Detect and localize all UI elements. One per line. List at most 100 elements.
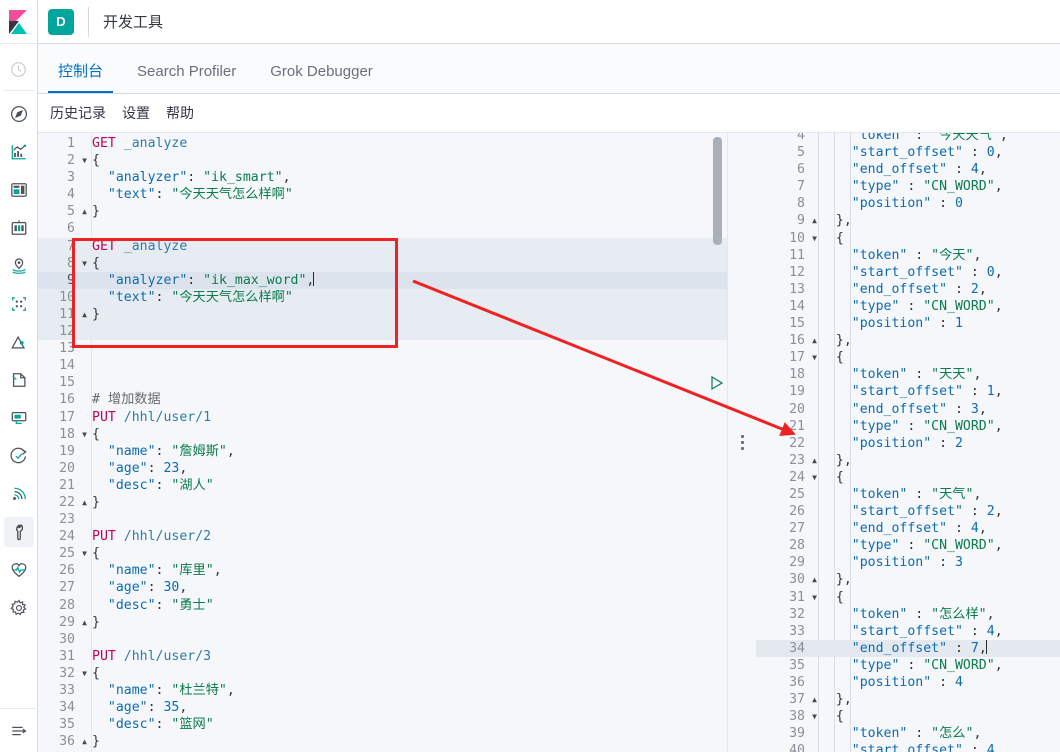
code-line[interactable]: 18 "token" : "天天", xyxy=(756,366,1060,383)
visualize-icon[interactable] xyxy=(4,137,34,167)
fold-up-icon[interactable]: ▲ xyxy=(808,571,817,588)
code-line[interactable]: 38 ▼ { xyxy=(756,708,1060,725)
code-line[interactable]: 26 "start_offset" : 2, xyxy=(756,503,1060,520)
code-line[interactable]: 10 "text": "今天天气怎么样啊" xyxy=(38,288,727,306)
fold-down-icon[interactable]: ▼ xyxy=(78,665,87,682)
fold-up-icon[interactable]: ▲ xyxy=(808,691,817,708)
apm-icon[interactable] xyxy=(4,403,34,433)
code-line[interactable]: 37 ▲ }, xyxy=(756,691,1060,708)
fold-down-icon[interactable]: ▼ xyxy=(808,589,817,606)
code-line[interactable]: 20 "end_offset" : 3, xyxy=(756,401,1060,418)
response-editor[interactable]: 4 "token" : "今天天气", 5 "start_offset" : 0,… xyxy=(756,133,1060,752)
code-line[interactable]: 33 "start_offset" : 4, xyxy=(756,623,1060,640)
fold-down-icon[interactable]: ▼ xyxy=(808,230,817,247)
uptime-icon[interactable] xyxy=(4,441,34,471)
code-line[interactable]: 4 "text": "今天天气怎么样啊" xyxy=(38,186,727,203)
code-line[interactable]: 35 "type" : "CN_WORD", xyxy=(756,657,1060,674)
kibana-logo[interactable] xyxy=(0,0,38,44)
code-line[interactable]: 4 "token" : "今天天气", xyxy=(756,133,1060,144)
code-line[interactable]: 34 "age": 35, xyxy=(38,699,727,716)
fold-up-icon[interactable]: ▲ xyxy=(78,614,87,631)
code-line[interactable]: 40 "start_offset" : 4, xyxy=(756,742,1060,752)
code-line[interactable]: 24 PUT /hhl/user/2 xyxy=(38,528,727,545)
dashboard-icon[interactable] xyxy=(4,175,34,205)
dev-tools-icon[interactable] xyxy=(3,517,34,547)
code-line[interactable]: 19 "name": "詹姆斯", xyxy=(38,443,727,460)
code-line[interactable]: 24 ▼ { xyxy=(756,469,1060,486)
code-line[interactable]: 33 "name": "杜兰特", xyxy=(38,682,727,699)
fold-up-icon[interactable]: ▲ xyxy=(78,306,87,323)
machine-learning-icon[interactable] xyxy=(4,289,34,319)
code-line[interactable]: 20 "age": 23, xyxy=(38,460,727,477)
code-line[interactable]: 28 "type" : "CN_WORD", xyxy=(756,537,1060,554)
fold-up-icon[interactable]: ▲ xyxy=(78,733,87,750)
code-line[interactable]: 31 ▼ { xyxy=(756,589,1060,606)
fold-down-icon[interactable]: ▼ xyxy=(78,545,87,562)
code-line[interactable]: 16 # 增加数据 xyxy=(38,391,727,408)
code-line[interactable]: 13 "end_offset" : 2, xyxy=(756,281,1060,298)
fold-down-icon[interactable]: ▼ xyxy=(78,152,87,169)
code-line[interactable]: 28 "desc": "勇士" xyxy=(38,597,727,614)
code-line[interactable]: 11 ▲} xyxy=(38,305,727,324)
tab-search-profiler[interactable]: Search Profiler xyxy=(127,64,246,93)
infrastructure-icon[interactable] xyxy=(4,327,34,357)
code-line[interactable]: 26 "name": "库里", xyxy=(38,562,727,579)
code-line[interactable]: 23 xyxy=(38,511,727,528)
code-line[interactable]: 8 "position" : 0 xyxy=(756,195,1060,212)
code-line[interactable]: 19 "start_offset" : 1, xyxy=(756,383,1060,400)
code-line[interactable]: 9 ▲ }, xyxy=(756,212,1060,229)
code-line[interactable]: 3 "analyzer": "ik_smart", xyxy=(38,169,727,186)
code-line[interactable]: 5 "start_offset" : 0, xyxy=(756,144,1060,161)
code-line[interactable]: 32 "token" : "怎么样", xyxy=(756,606,1060,623)
fold-down-icon[interactable]: ▼ xyxy=(808,349,817,366)
code-line[interactable]: 21 "desc": "湖人" xyxy=(38,477,727,494)
code-line[interactable]: 25 ▼ { xyxy=(38,545,727,562)
fold-up-icon[interactable]: ▲ xyxy=(808,452,817,469)
code-line[interactable]: 22 ▲} xyxy=(38,494,727,511)
code-line[interactable]: 6 xyxy=(38,220,727,237)
maps-icon[interactable] xyxy=(4,251,34,281)
code-line[interactable]: 21 "type" : "CN_WORD", xyxy=(756,418,1060,435)
code-line[interactable]: 25 "token" : "天气", xyxy=(756,486,1060,503)
send-request-button[interactable] xyxy=(710,375,724,391)
code-line[interactable]: 29 ▲} xyxy=(38,614,727,631)
code-line[interactable]: 16 ▲ }, xyxy=(756,332,1060,349)
code-line[interactable]: 13 xyxy=(38,340,727,357)
help-button[interactable]: 帮助 xyxy=(166,103,194,123)
code-line[interactable]: 17 PUT /hhl/user/1 xyxy=(38,409,727,426)
code-line[interactable]: 31 PUT /hhl/user/3 xyxy=(38,648,727,665)
code-line[interactable]: 35 "desc": "篮网" xyxy=(38,716,727,733)
code-line[interactable]: 18 ▼ { xyxy=(38,426,727,443)
request-editor[interactable]: 1 GET _analyze 2 ▼ {3 "analyzer": "ik_smart"… xyxy=(38,133,728,752)
fold-down-icon[interactable]: ▼ xyxy=(78,255,87,272)
code-line[interactable]: 29 "position" : 3 xyxy=(756,554,1060,571)
code-line[interactable]: 27 "end_offset" : 4, xyxy=(756,520,1060,537)
code-line[interactable]: 7 GET _analyze xyxy=(38,237,727,255)
fold-down-icon[interactable]: ▼ xyxy=(808,708,817,725)
code-line[interactable]: 27 "age": 30, xyxy=(38,579,727,596)
fold-down-icon[interactable]: ▼ xyxy=(78,426,87,443)
code-line[interactable]: 30 ▲ }, xyxy=(756,571,1060,588)
code-line[interactable]: 8 ▼ { xyxy=(38,254,727,272)
tab-grok-debugger[interactable]: Grok Debugger xyxy=(260,64,383,93)
settings-button[interactable]: 设置 xyxy=(122,103,150,123)
fold-up-icon[interactable]: ▲ xyxy=(78,203,87,220)
fold-up-icon[interactable]: ▲ xyxy=(808,212,817,229)
code-line[interactable]: 36 ▲} xyxy=(38,733,727,750)
tab-console[interactable]: 控制台 xyxy=(48,64,114,93)
code-line[interactable]: 2 ▼ { xyxy=(38,152,727,169)
code-line[interactable]: 14 "type" : "CN_WORD", xyxy=(756,298,1060,315)
code-line[interactable]: 1 GET _analyze xyxy=(38,135,727,152)
code-line[interactable]: 15 xyxy=(38,374,727,391)
code-line[interactable]: 32 ▼ { xyxy=(38,665,727,682)
code-line[interactable]: 11 "token" : "今天", xyxy=(756,247,1060,264)
code-line[interactable]: 39 "token" : "怎么", xyxy=(756,725,1060,742)
code-line[interactable]: 6 "end_offset" : 4, xyxy=(756,161,1060,178)
recently-viewed-icon[interactable] xyxy=(4,54,34,84)
code-line[interactable]: 7 "type" : "CN_WORD", xyxy=(756,178,1060,195)
monitoring-icon[interactable] xyxy=(4,555,34,585)
code-line[interactable]: 34 "end_offset" : 7, xyxy=(756,639,1060,657)
space-avatar[interactable]: D xyxy=(48,8,74,35)
collapse-nav-button[interactable] xyxy=(0,708,38,752)
logs-icon[interactable] xyxy=(4,365,34,395)
